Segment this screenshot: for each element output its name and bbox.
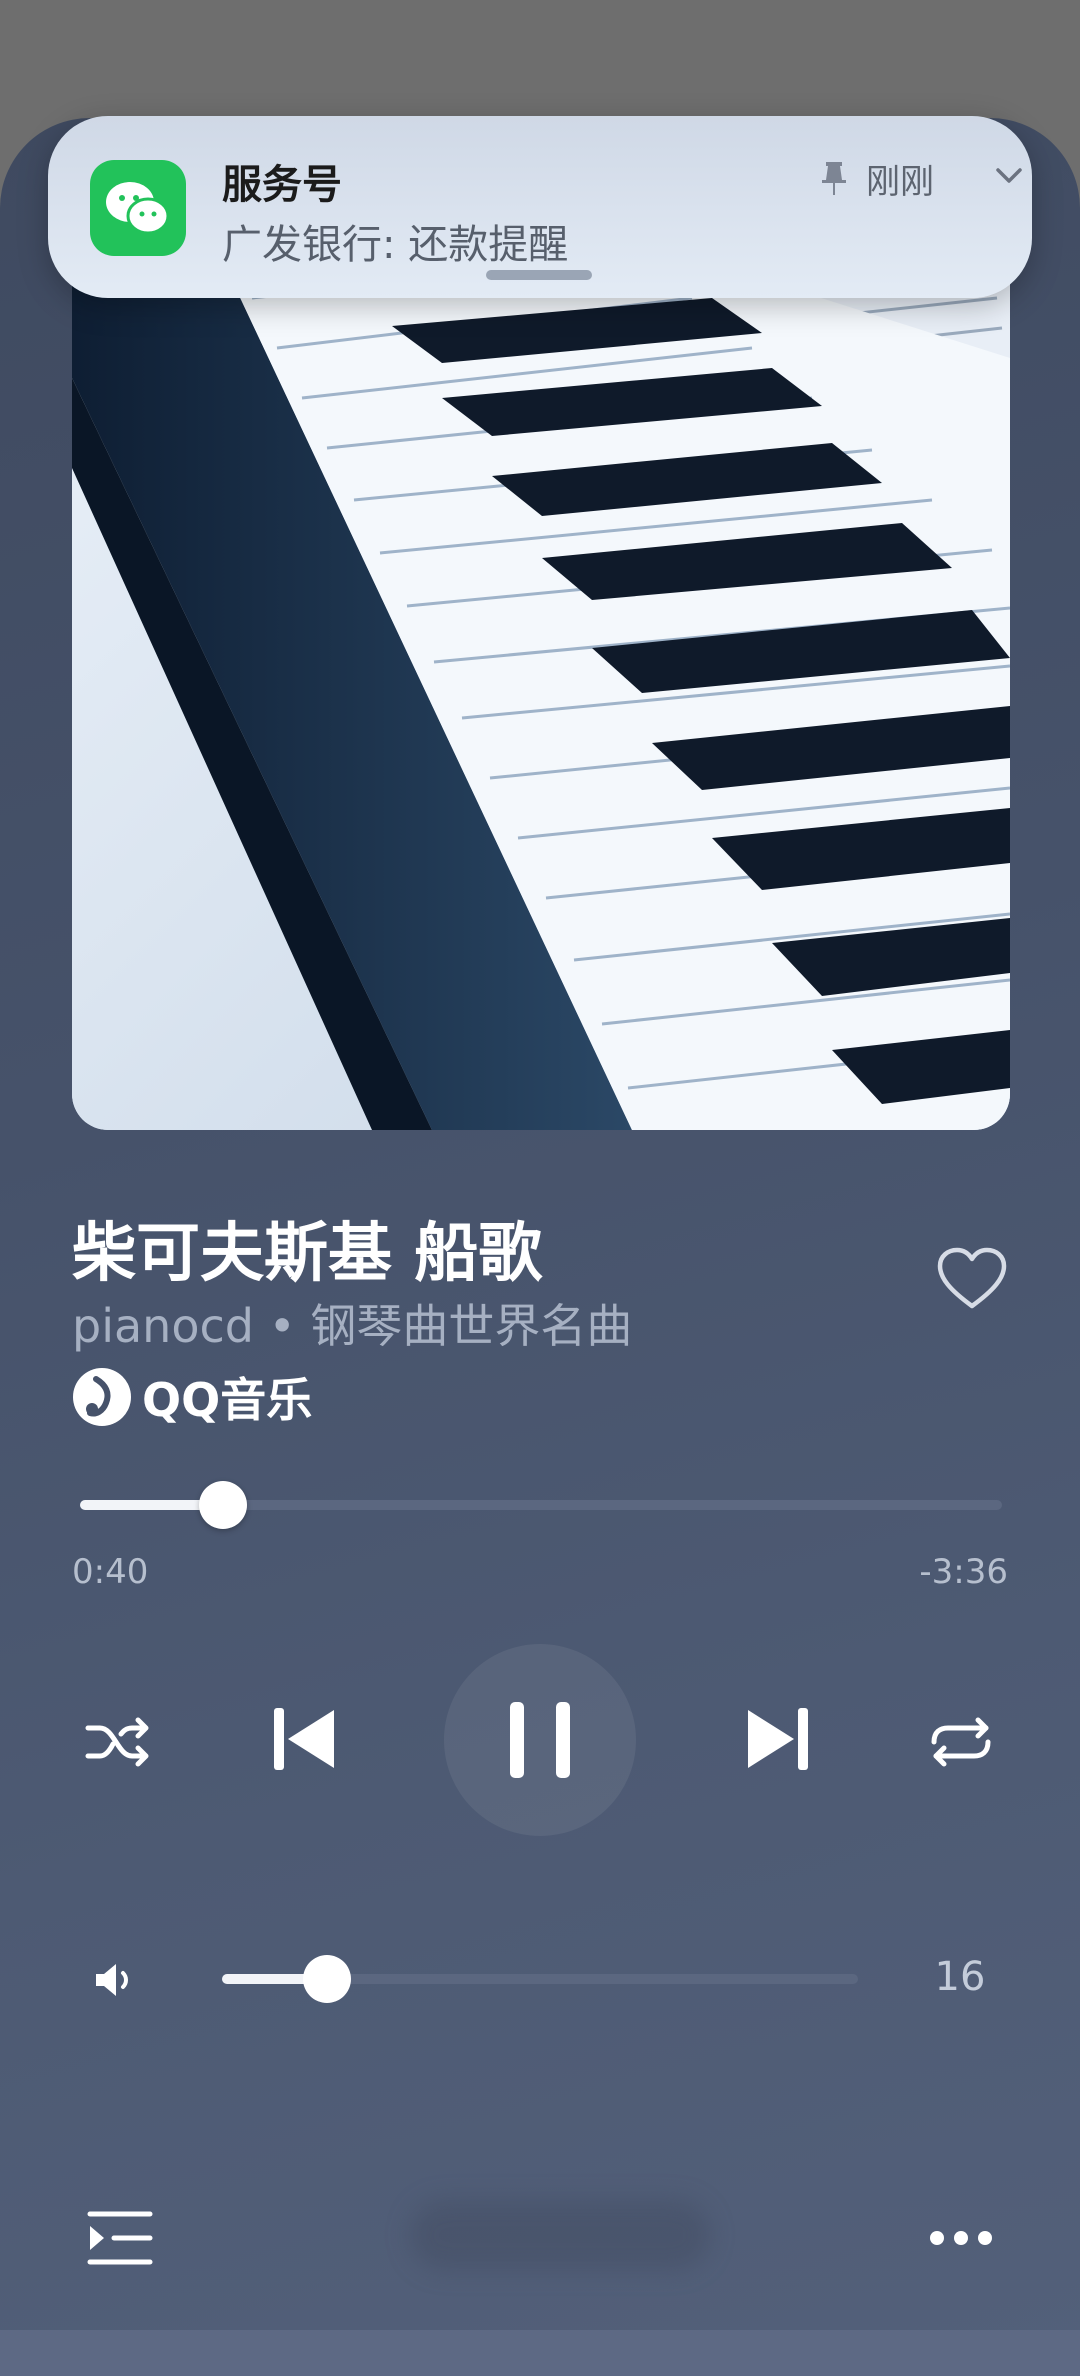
playlist-queue-icon[interactable] — [86, 2210, 154, 2266]
previous-track-icon[interactable] — [270, 1704, 338, 1774]
notification-time: 刚刚 — [866, 162, 934, 202]
notification-banner[interactable]: 服务号 广发银行: 还款提醒 刚刚 — [48, 116, 1032, 298]
progress-thumb[interactable] — [198, 1481, 247, 1529]
notification-handle[interactable] — [486, 270, 592, 280]
volume-value: 16 — [934, 1954, 986, 2000]
volume-slider[interactable] — [222, 1955, 858, 2003]
volume-thumb[interactable] — [302, 1955, 351, 2003]
wechat-icon — [90, 160, 186, 256]
heart-icon[interactable] — [936, 1246, 1008, 1312]
source-label: QQ音乐 — [142, 1373, 313, 1427]
progress-slider[interactable] — [80, 1481, 1002, 1529]
pin-icon[interactable] — [820, 160, 848, 196]
bottom-edge — [0, 2330, 1080, 2376]
more-options-icon[interactable] — [928, 2220, 994, 2256]
shuffle-icon[interactable] — [84, 1712, 154, 1772]
song-title: 柴可夫斯基 船歌 — [72, 1217, 543, 1291]
source-app[interactable]: QQ音乐 — [72, 1366, 312, 1428]
notification-title: 服务号 — [222, 162, 342, 208]
pause-button[interactable] — [444, 1644, 636, 1836]
qq-music-icon — [72, 1367, 132, 1427]
elapsed-time: 0:40 — [72, 1552, 149, 1592]
next-track-icon[interactable] — [744, 1704, 812, 1774]
notification-body: 广发银行: 还款提醒 — [222, 222, 569, 268]
song-artist-album[interactable]: pianocd • 钢琴曲世界名曲 — [72, 1290, 632, 1356]
volume-icon[interactable] — [94, 1960, 138, 2000]
remaining-time: -3:36 — [919, 1552, 1008, 1592]
album-artwork — [72, 238, 1010, 1130]
repeat-icon[interactable] — [926, 1712, 996, 1772]
chevron-down-icon[interactable] — [992, 158, 1026, 192]
output-device-button[interactable] — [410, 2200, 710, 2270]
